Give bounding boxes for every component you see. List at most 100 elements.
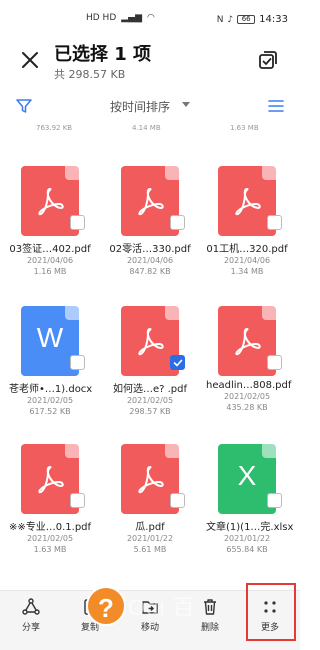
- watermark: Odi 百: [128, 595, 196, 620]
- file-name: 文章(1)(1…完.xlsx: [206, 522, 294, 533]
- file-date: 2021/01/22: [223, 534, 271, 543]
- pdf-file-icon: [121, 444, 185, 514]
- file-item[interactable]: X 文章(1)(1…完.xlsx 2021/01/22 655.84 KB: [206, 444, 294, 555]
- file-item[interactable]: 如何选…e? .pdf 2021/02/05 298.57 KB: [109, 306, 191, 417]
- file-item[interactable]: 02零活…330.pdf 2021/04/06 847.82 KB: [109, 166, 191, 277]
- clock: 14:33: [259, 14, 288, 25]
- list-view-icon[interactable]: [267, 97, 285, 115]
- file-date: 2021/02/05: [26, 534, 74, 543]
- sort-bar: 按时间排序: [0, 92, 300, 120]
- pdf-file-icon: [218, 166, 282, 236]
- file-size: 1.34 MB: [230, 267, 264, 276]
- file-size: 435.28 KB: [226, 403, 268, 412]
- file-date: 2021/02/05: [223, 392, 271, 401]
- pdf-acrobat-icon: [235, 188, 261, 216]
- xls-letter-icon: X: [237, 460, 257, 491]
- status-right: N ♪ 66 14:33: [217, 14, 288, 25]
- checkbox[interactable]: [267, 215, 282, 230]
- file-name: 瓜.pdf: [135, 522, 165, 533]
- file-size: 1.63 MB: [33, 545, 67, 554]
- checkbox[interactable]: [267, 355, 282, 370]
- trash-icon: [204, 599, 216, 615]
- checkbox[interactable]: [170, 215, 185, 230]
- battery-icon: 66: [237, 15, 256, 24]
- prev-size-3: 1.63 MB: [230, 124, 259, 132]
- file-date: 2021/02/05: [126, 396, 174, 405]
- filter-icon[interactable]: [15, 97, 33, 115]
- select-all-icon[interactable]: [256, 48, 280, 72]
- file-name: 01工机…320.pdf: [206, 244, 288, 255]
- pdf-acrobat-icon: [38, 466, 64, 494]
- page-fold: [165, 306, 179, 320]
- page-fold: [65, 444, 79, 458]
- checkbox[interactable]: [170, 493, 185, 508]
- wifi-icon: ◠: [147, 13, 155, 23]
- file-grid: 763.92 KB 4.14 MB 1.63 MB 03签证…402.pdf 20…: [0, 120, 300, 578]
- pdf-acrobat-icon: [138, 466, 164, 494]
- file-name: 如何选…e? .pdf: [112, 384, 188, 395]
- sort-dropdown[interactable]: 按时间排序: [110, 98, 170, 115]
- selection-size: 共 298.57 KB: [54, 68, 126, 81]
- pdf-file-icon: [21, 166, 85, 236]
- pdf-acrobat-icon: [235, 328, 261, 356]
- status-left: HD HD ▂▄▆ ◠: [86, 13, 155, 23]
- doc-file-icon: W: [21, 306, 85, 376]
- share-label: 分享: [21, 623, 40, 633]
- file-item[interactable]: 01工机…320.pdf 2021/04/06 1.34 MB: [206, 166, 288, 277]
- page-title: 已选择 1 项: [54, 44, 152, 65]
- previous-row-sizes: 763.92 KB 4.14 MB 1.63 MB: [0, 124, 300, 136]
- file-item[interactable]: headlin…808.pdf 2021/02/05 435.28 KB: [206, 306, 291, 413]
- page-fold: [165, 444, 179, 458]
- signal-indicators: HD HD: [86, 13, 117, 23]
- file-size: 617.52 KB: [29, 407, 71, 416]
- nfc-icon: N: [216, 14, 224, 25]
- prev-size-2: 4.14 MB: [132, 124, 161, 132]
- doc-letter-icon: W: [36, 322, 64, 353]
- close-icon[interactable]: [18, 48, 42, 72]
- share-icon: [22, 598, 40, 615]
- help-badge: ?: [86, 586, 126, 626]
- selection-header: 已选择 1 项 共 298.57 KB: [0, 36, 300, 90]
- prev-size-1: 763.92 KB: [36, 124, 73, 132]
- pdf-acrobat-icon: [38, 188, 64, 216]
- file-size: 1.16 MB: [33, 267, 67, 276]
- file-name: 苍老师•…1).docx: [9, 384, 93, 395]
- checkbox[interactable]: [70, 493, 85, 508]
- pdf-file-icon: [218, 306, 282, 376]
- checkbox[interactable]: [70, 215, 85, 230]
- pdf-acrobat-icon: [138, 188, 164, 216]
- checkbox[interactable]: [70, 355, 85, 370]
- mute-icon: ♪: [227, 14, 234, 25]
- file-size: 847.82 KB: [129, 267, 171, 276]
- file-name: 02零活…330.pdf: [109, 244, 191, 255]
- pdf-acrobat-icon: [138, 328, 164, 356]
- checkbox[interactable]: [267, 493, 282, 508]
- page-fold: [262, 166, 276, 180]
- file-name: 03签证…402.pdf: [9, 244, 91, 255]
- file-date: 2021/02/05: [26, 396, 74, 405]
- pdf-file-icon: [121, 306, 185, 376]
- file-item[interactable]: W 苍老师•…1).docx 2021/02/05 617.52 KB: [9, 306, 93, 417]
- file-size: 5.61 MB: [133, 545, 167, 554]
- file-date: 2021/04/06: [223, 256, 271, 265]
- share-button[interactable]: 分享: [9, 597, 53, 633]
- file-size: 655.84 KB: [226, 545, 268, 554]
- checkbox-checked[interactable]: [170, 355, 185, 370]
- pdf-file-icon: [121, 166, 185, 236]
- file-item[interactable]: ※※专业…0.1.pdf 2021/02/05 1.63 MB: [9, 444, 91, 555]
- file-item[interactable]: 瓜.pdf 2021/01/22 5.61 MB: [109, 444, 191, 555]
- chevron-down-icon[interactable]: [182, 102, 190, 107]
- file-date: 2021/04/06: [126, 256, 174, 265]
- signal-bars-icon: ▂▄▆: [121, 13, 143, 23]
- file-item[interactable]: 03签证…402.pdf 2021/04/06 1.16 MB: [9, 166, 91, 277]
- xls-file-icon: X: [218, 444, 282, 514]
- page-fold: [262, 306, 276, 320]
- page-fold: [65, 306, 79, 320]
- page-fold: [262, 444, 276, 458]
- page-fold: [165, 166, 179, 180]
- page-fold: [65, 166, 79, 180]
- file-date: 2021/01/22: [126, 534, 174, 543]
- file-size: 298.57 KB: [129, 407, 171, 416]
- check-icon: [173, 359, 183, 367]
- file-name: ※※专业…0.1.pdf: [9, 522, 92, 533]
